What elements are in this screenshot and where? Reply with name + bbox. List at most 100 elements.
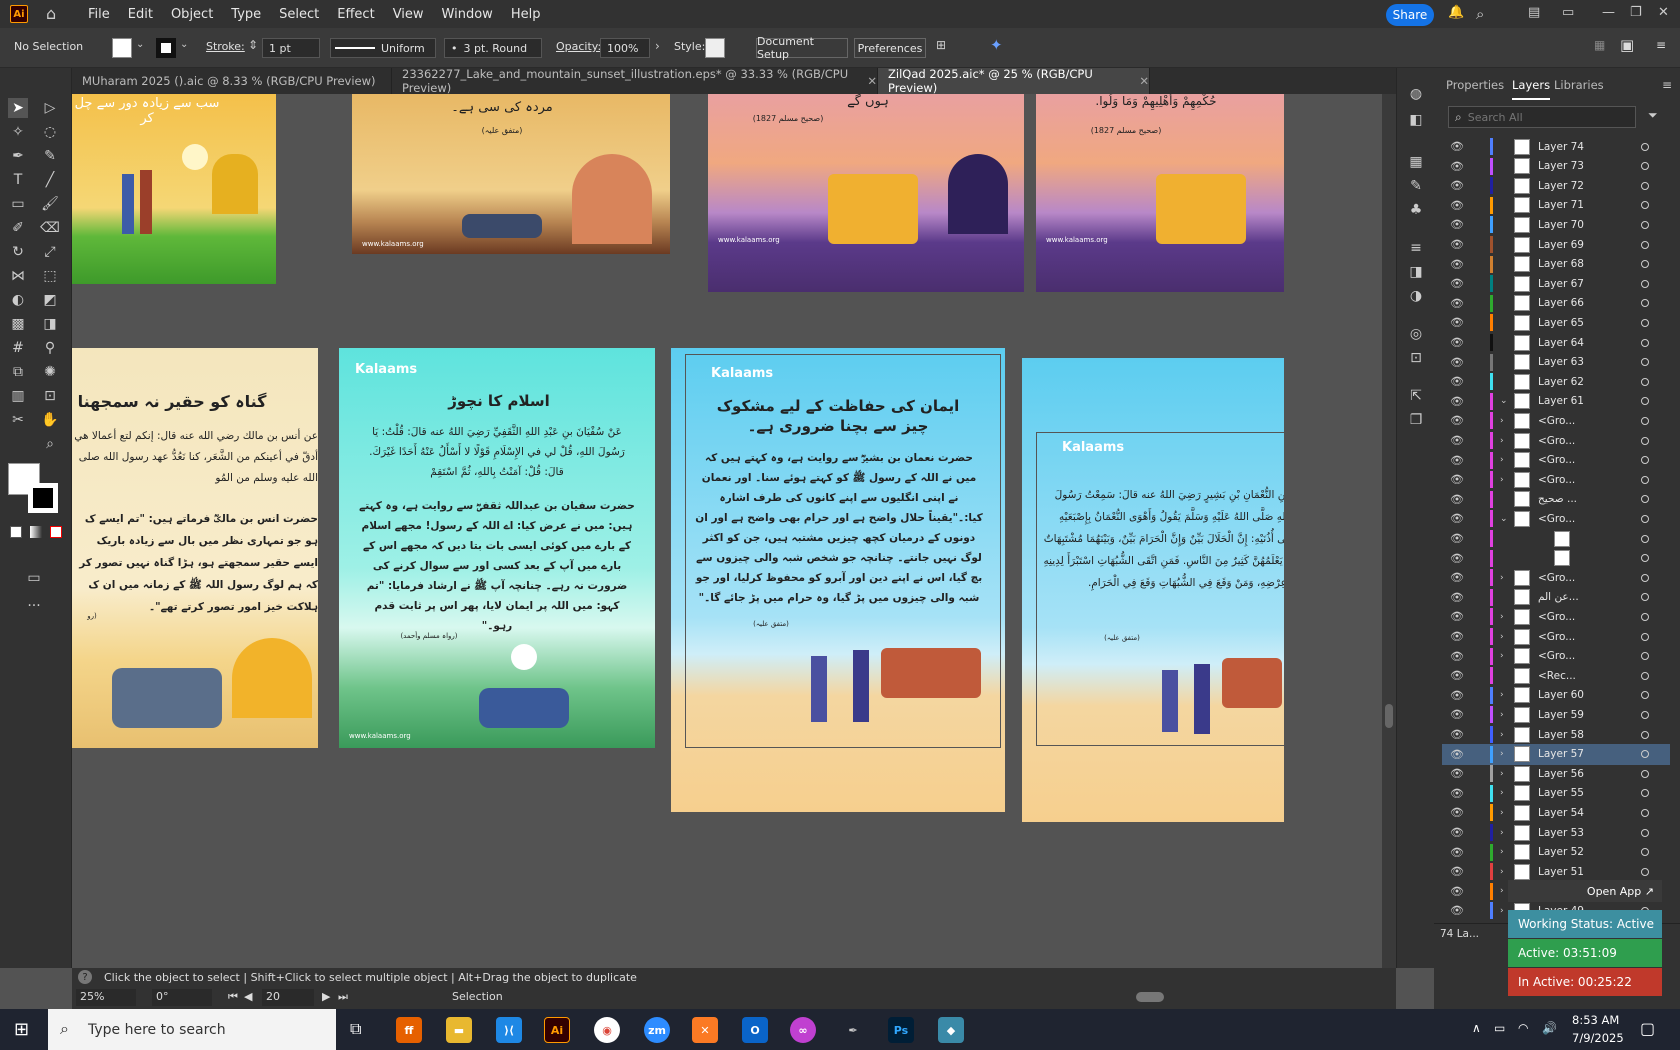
visibility-eye-icon[interactable]: 👁 <box>1450 375 1464 388</box>
chevron-right-icon[interactable]: › <box>1500 651 1504 661</box>
live-paint-icon[interactable]: ◩ <box>40 290 60 310</box>
swatches-icon[interactable]: ▦ <box>1406 152 1426 172</box>
layer-row[interactable]: 👁 › Layer 56 <box>1442 763 1670 784</box>
menu-icon[interactable]: ≡ <box>1656 38 1666 52</box>
sublayer-row[interactable]: 👁 › <Gro... <box>1442 646 1670 667</box>
wifi-icon[interactable]: ◠ <box>1518 1021 1528 1035</box>
chevron-right-icon[interactable]: › <box>1500 455 1504 465</box>
stroke-profile-select[interactable]: Uniform <box>330 38 436 58</box>
gradient-panel-icon[interactable]: ◨ <box>1406 262 1426 282</box>
blend-tool-icon[interactable]: ⧉ <box>8 362 28 382</box>
target-circle-icon[interactable] <box>1641 573 1649 582</box>
layer-row[interactable]: 👁 › Layer 59 <box>1442 704 1670 725</box>
illustrator-taskbar-icon[interactable]: Ai <box>544 1017 570 1043</box>
target-circle-icon[interactable] <box>1641 730 1649 739</box>
target-circle-icon[interactable] <box>1641 750 1649 759</box>
zoom-tool-icon[interactable]: ⌕ <box>40 434 60 454</box>
artboard-top-2[interactable]: مردہ کی سی ہے۔ (متفق علیہ) www.kalaams.o… <box>352 94 670 254</box>
chevron-right-icon[interactable]: › <box>1500 612 1504 622</box>
help-icon[interactable]: ? <box>78 970 92 984</box>
outlook-icon[interactable]: O <box>742 1017 768 1043</box>
bell-icon[interactable]: 🔔 <box>1448 5 1464 20</box>
target-circle-icon[interactable] <box>1641 612 1649 621</box>
menu-type[interactable]: Type <box>231 7 261 22</box>
symbol-sprayer-icon[interactable]: ✺ <box>40 362 60 382</box>
target-circle-icon[interactable] <box>1641 554 1649 563</box>
chevron-right-icon[interactable]: › <box>1500 573 1504 583</box>
none-mode-icon[interactable] <box>50 526 62 538</box>
open-app-button[interactable]: Open App ↗ <box>1508 880 1662 902</box>
target-circle-icon[interactable] <box>1641 475 1649 484</box>
target-circle-icon[interactable] <box>1641 514 1649 523</box>
magic-wand-icon[interactable]: ✧ <box>8 122 28 142</box>
visibility-eye-icon[interactable]: 👁 <box>1450 846 1464 859</box>
horizontal-scroll-thumb[interactable] <box>1136 992 1164 1002</box>
visibility-eye-icon[interactable]: 👁 <box>1450 669 1464 682</box>
sublayer-row[interactable]: 👁 ⌄ <Gro... <box>1442 508 1670 529</box>
visibility-eye-icon[interactable]: 👁 <box>1450 316 1464 329</box>
artboard-tool-icon[interactable]: ⊡ <box>40 386 60 406</box>
visibility-eye-icon[interactable]: 👁 <box>1450 787 1464 800</box>
app-icon[interactable]: ◆ <box>938 1017 964 1043</box>
visibility-eye-icon[interactable]: 👁 <box>1450 356 1464 369</box>
chevron-right-icon[interactable]: › <box>1500 828 1504 838</box>
paintbrush-icon[interactable]: 🖌 <box>40 194 60 214</box>
visibility-eye-icon[interactable]: 👁 <box>1450 512 1464 525</box>
graphic-style-swatch[interactable] <box>705 38 725 58</box>
chevron-right-icon[interactable]: › <box>1500 906 1504 916</box>
minimize-icon[interactable]: — <box>1602 5 1615 20</box>
target-circle-icon[interactable] <box>1641 867 1649 876</box>
visibility-eye-icon[interactable]: 👁 <box>1450 650 1464 663</box>
chevron-down-icon[interactable]: ⌄ <box>1500 396 1508 406</box>
target-circle-icon[interactable] <box>1641 632 1649 641</box>
chevron-down-icon[interactable]: ⌄ <box>1500 514 1508 524</box>
artboard-top-4[interactable]: حُكْمِهِمْ وَأَهْلِيهِمْ وَمَا وَلُوا. (… <box>1036 94 1284 292</box>
grid-icon[interactable]: ▦ <box>1594 38 1605 52</box>
layer-row[interactable]: 👁 Layer 65 <box>1442 312 1670 333</box>
recolor-icon[interactable]: ✦ <box>990 36 1003 54</box>
artboard-islam[interactable]: Kalaams اسلام کا نچوڑ عَنْ سُفْيَانَ بنِ… <box>339 348 655 748</box>
visibility-eye-icon[interactable]: 👁 <box>1450 885 1464 898</box>
panel-menu-icon[interactable]: ≡ <box>1662 78 1672 92</box>
menu-view[interactable]: View <box>393 7 424 22</box>
sublayer-row[interactable]: 👁 › <Gro... <box>1442 606 1670 627</box>
visibility-eye-icon[interactable]: 👁 <box>1450 199 1464 212</box>
visibility-eye-icon[interactable]: 👁 <box>1450 277 1464 290</box>
chevron-up-icon[interactable]: ∧ <box>1472 1021 1481 1035</box>
visibility-eye-icon[interactable]: 👁 <box>1450 767 1464 780</box>
sublayer-row[interactable]: 👁 › <Gro... <box>1442 469 1670 490</box>
visibility-eye-icon[interactable]: 👁 <box>1450 297 1464 310</box>
menu-effect[interactable]: Effect <box>337 7 374 22</box>
visibility-eye-icon[interactable]: 👁 <box>1450 708 1464 721</box>
zoom-field[interactable]: 25% <box>76 989 136 1006</box>
search-icon[interactable]: ⌕ <box>1476 5 1484 23</box>
creative-cloud-icon[interactable]: ∞ <box>790 1017 816 1043</box>
fill-swatch[interactable] <box>112 38 132 58</box>
artboard-number-field[interactable]: 20 <box>262 989 314 1006</box>
menu-object[interactable]: Object <box>171 7 213 22</box>
target-circle-icon[interactable] <box>1641 240 1649 249</box>
more-tools-icon[interactable]: ··· <box>24 596 44 616</box>
visibility-eye-icon[interactable]: 👁 <box>1450 689 1464 702</box>
visibility-eye-icon[interactable]: 👁 <box>1450 532 1464 545</box>
color-mode-icon[interactable] <box>10 526 22 538</box>
visibility-eye-icon[interactable]: 👁 <box>1450 238 1464 251</box>
chevron-right-icon[interactable]: › <box>1500 436 1504 446</box>
layer-row[interactable]: 👁 › Layer 55 <box>1442 783 1670 804</box>
artboard-top-3[interactable]: ہوں گے (صحیح مسلم 1827) www.kalaams.org <box>708 94 1024 292</box>
chevron-right-icon[interactable]: › <box>1500 808 1504 818</box>
prev-artboard-icon[interactable]: ◀ <box>244 990 252 1003</box>
layers-search[interactable]: ⌕ <box>1448 106 1636 128</box>
stroke-weight-field[interactable]: 1 pt <box>262 38 320 58</box>
sublayer-row[interactable]: 👁 <box>1442 528 1670 549</box>
chevron-right-icon[interactable]: › <box>1500 475 1504 485</box>
layer-row[interactable]: 👁 › Layer 60 <box>1442 685 1670 706</box>
target-circle-icon[interactable] <box>1641 201 1649 210</box>
shaper-tool-icon[interactable]: ✐ <box>8 218 28 238</box>
artboards-panel-icon[interactable]: ⊡ <box>1406 348 1426 368</box>
sublayer-row[interactable]: 👁 <box>1442 548 1670 569</box>
stepper-icon[interactable]: ⇕ <box>248 38 258 52</box>
chevron-right-icon[interactable]: › <box>655 39 660 53</box>
sublayer-row[interactable]: 👁 صحیح ... <box>1442 489 1670 510</box>
hand-tool-icon[interactable]: ✋ <box>40 410 60 430</box>
